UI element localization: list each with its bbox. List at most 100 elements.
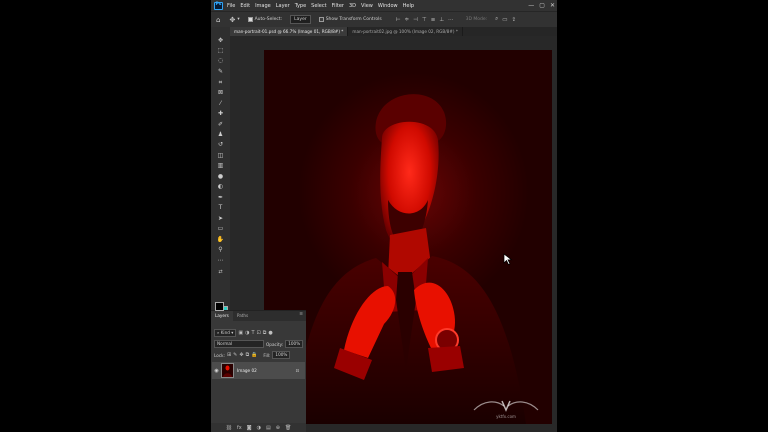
opacity-input[interactable]: 100% <box>285 340 304 348</box>
lock-row: Lock: ⊞ ✎ ✥ ⧉ 🔒 Fill: 100% <box>214 351 291 359</box>
align-right-icon[interactable]: ⊣ <box>413 17 418 23</box>
filter-smart-object-icon[interactable]: ⧉ <box>263 330 267 336</box>
pen-icon[interactable]: ✒ <box>216 194 225 202</box>
healing-brush-icon[interactable]: ✚ <box>216 110 225 118</box>
distribute-icon[interactable]: ⋯ <box>448 17 454 23</box>
more-tools-icon[interactable]: ⋯ <box>216 257 225 265</box>
show-transform-checkbox[interactable]: Show Transform Controls <box>318 17 382 22</box>
filter-shape-icon[interactable]: ⊡ <box>257 330 261 336</box>
move-icon[interactable]: ✥ <box>216 37 225 45</box>
blend-row: Normal Opacity: 100% <box>214 340 304 348</box>
layers-panel-tabs: Layers Paths <box>211 311 306 321</box>
auto-select-label: Auto-Select: <box>254 17 283 22</box>
menu-image[interactable]: Image <box>255 3 271 9</box>
lock-all-icon[interactable]: 🔒 <box>251 352 257 358</box>
align-bottom-icon[interactable]: ⊥ <box>439 17 444 23</box>
document-canvas[interactable] <box>264 50 552 424</box>
menu-bar: Ps File Edit Image Layer Type Select Fil… <box>211 0 557 11</box>
move-tool-icon[interactable]: ✥ <box>229 16 235 24</box>
auto-select-target-value[interactable]: Layer <box>290 15 311 24</box>
shirt-cuff-right <box>428 346 464 372</box>
watermark-text: yktfx.com <box>496 414 516 419</box>
path-select-icon[interactable]: ➤ <box>216 215 225 223</box>
align-center-icon[interactable]: ≑ <box>405 17 410 23</box>
menu-file[interactable]: File <box>227 3 235 9</box>
tab-layers[interactable]: Layers <box>211 311 233 321</box>
align-top-icon[interactable]: ⊤ <box>422 17 427 23</box>
menu-filter[interactable]: Filter <box>332 3 344 9</box>
lock-position-icon[interactable]: ✥ <box>239 352 243 358</box>
dodge-icon[interactable]: ◐ <box>216 183 225 191</box>
foreground-color-swatch[interactable] <box>215 302 224 311</box>
tool-preset-chevron-icon[interactable]: ▾ <box>237 17 239 22</box>
tab-man-portrait02[interactable]: man-portrait02.jpg @ 100% (Image 02, RGB… <box>348 27 463 36</box>
crop-icon[interactable]: ⌗ <box>216 79 225 87</box>
share-icon[interactable]: ⇪ <box>511 17 516 23</box>
shape-icon[interactable]: ▭ <box>216 225 225 233</box>
tab-paths[interactable]: Paths <box>233 311 252 321</box>
workspace-icon[interactable]: ▭ <box>502 17 507 23</box>
filter-type-icon[interactable]: T <box>251 330 254 336</box>
menu-layer[interactable]: Layer <box>276 3 290 9</box>
brush-icon[interactable]: ✐ <box>216 121 225 129</box>
menu-edit[interactable]: Edit <box>240 3 250 9</box>
type-icon[interactable]: T <box>216 204 225 212</box>
new-layer-icon[interactable]: ⊕ <box>276 425 280 431</box>
tab-man-portrait-01[interactable]: man-portrait-01.psd @ 66.7% (Image 01, R… <box>230 27 349 36</box>
home-icon[interactable]: ⌂ <box>216 16 220 24</box>
align-left-icon[interactable]: ⊢ <box>396 17 401 23</box>
fill-input[interactable]: 100% <box>272 351 291 359</box>
lock-label: Lock: <box>214 352 225 358</box>
adjustment-layer-icon[interactable]: ◑ <box>257 425 261 431</box>
filter-pixel-icon[interactable]: ▣ <box>238 330 243 336</box>
layer-row-image-02[interactable]: ◉ Image 02 ⊡ <box>212 362 305 379</box>
marquee-icon[interactable]: ⬚ <box>216 47 225 55</box>
align-middle-icon[interactable]: ≡ <box>431 17 436 23</box>
eraser-icon[interactable]: ◫ <box>216 152 225 160</box>
watermark: yktfx.com <box>470 398 542 420</box>
visibility-eye-icon[interactable]: ◉ <box>212 368 221 374</box>
auto-select-check-box[interactable] <box>247 17 253 22</box>
menu-select[interactable]: Select <box>311 3 326 9</box>
lasso-icon[interactable]: ◌ <box>216 57 225 65</box>
filter-toggle-icon[interactable]: ● <box>268 330 272 336</box>
menu-help[interactable]: Help <box>403 3 414 9</box>
new-group-icon[interactable]: ▤ <box>266 425 271 431</box>
layer-name[interactable]: Image 02 <box>237 368 257 373</box>
show-transform-check-box[interactable] <box>318 17 324 22</box>
auto-select-target-dropdown[interactable]: Layer <box>290 15 311 24</box>
filter-adjustment-icon[interactable]: ◑ <box>245 330 249 336</box>
eyedropper-icon[interactable]: ⁄ <box>216 100 225 108</box>
maximize-icon[interactable]: ▢ <box>539 2 545 9</box>
layer-style-icon[interactable]: fx <box>237 425 242 431</box>
lock-image-icon[interactable]: ✎ <box>233 352 237 358</box>
gradient-icon[interactable]: ▥ <box>216 162 225 170</box>
add-mask-icon[interactable]: ◙ <box>247 425 252 431</box>
search-icon[interactable]: ⌕ <box>495 16 498 23</box>
history-brush-icon[interactable]: ↺ <box>216 141 225 149</box>
menu-window[interactable]: Window <box>378 3 398 9</box>
quick-select-icon[interactable]: ✎ <box>216 68 225 76</box>
delete-layer-icon[interactable]: 🗑 <box>285 425 291 431</box>
swap-colors-icon[interactable]: ⇄ <box>216 268 225 276</box>
frame-icon[interactable]: ⊠ <box>216 89 225 97</box>
menu-3d[interactable]: 3D <box>349 3 356 9</box>
window-controls: — ▢ ✕ <box>528 0 555 11</box>
link-layers-icon[interactable]: ⛓ <box>226 425 232 431</box>
zoom-icon[interactable]: ⚲ <box>216 246 225 254</box>
close-icon[interactable]: ✕ <box>550 2 555 9</box>
menu-type[interactable]: Type <box>295 3 306 9</box>
panel-menu-icon[interactable]: ≡ <box>299 312 303 317</box>
minimize-icon[interactable]: — <box>528 2 534 9</box>
lock-transparent-icon[interactable]: ⊞ <box>227 352 231 358</box>
hand-icon[interactable]: ✋ <box>216 236 225 244</box>
menu-view[interactable]: View <box>361 3 373 9</box>
auto-select-checkbox[interactable]: Auto-Select: <box>247 17 283 22</box>
photoshop-window: Ps File Edit Image Layer Type Select Fil… <box>211 0 557 432</box>
filter-kind-dropdown[interactable]: ⌕ Kind ▾ <box>214 329 237 337</box>
lock-artboard-icon[interactable]: ⧉ <box>246 352 250 358</box>
fill-label: Fill: <box>263 352 271 358</box>
clone-stamp-icon[interactable]: ♟ <box>216 131 225 139</box>
blur-icon[interactable]: ● <box>216 173 225 181</box>
blend-mode-dropdown[interactable]: Normal <box>214 340 264 348</box>
